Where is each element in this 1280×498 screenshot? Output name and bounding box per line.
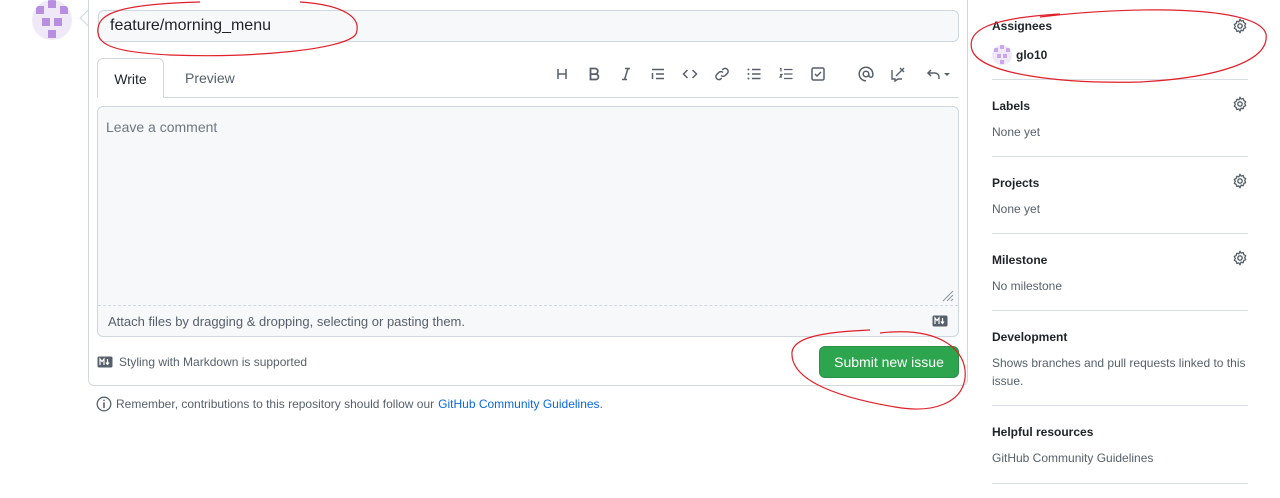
comment-textarea[interactable] bbox=[98, 107, 958, 305]
sidebar-helpful-resources: Helpful resources GitHub Community Guide… bbox=[992, 406, 1248, 484]
info-icon bbox=[96, 396, 112, 412]
guidelines-suffix: . bbox=[599, 397, 603, 411]
tabs-divider bbox=[97, 97, 959, 98]
assignees-heading[interactable]: Assignees bbox=[992, 19, 1052, 33]
gear-icon[interactable] bbox=[1232, 250, 1248, 266]
tab-write[interactable]: Write bbox=[97, 58, 164, 98]
reference-icon[interactable] bbox=[886, 64, 910, 84]
italic-icon[interactable] bbox=[614, 64, 638, 84]
sidebar-labels: Labels None yet bbox=[992, 80, 1248, 157]
guidelines-note: Remember, contributions to this reposito… bbox=[96, 396, 603, 412]
undo-icon[interactable] bbox=[922, 64, 956, 84]
heading-icon[interactable] bbox=[550, 64, 574, 84]
labels-heading[interactable]: Labels bbox=[992, 99, 1030, 113]
resize-grip-icon[interactable] bbox=[942, 290, 954, 302]
sidebar-projects: Projects None yet bbox=[992, 157, 1248, 234]
attach-files-bar[interactable]: Attach files by dragging & dropping, sel… bbox=[98, 305, 958, 336]
gear-icon[interactable] bbox=[1232, 18, 1248, 34]
sidebar-milestone: Milestone No milestone bbox=[992, 234, 1248, 311]
development-heading: Development bbox=[992, 330, 1068, 344]
comment-editor: Attach files by dragging & dropping, sel… bbox=[97, 106, 959, 337]
community-guidelines-link[interactable]: GitHub Community Guidelines bbox=[438, 397, 599, 411]
assignee-avatar bbox=[992, 45, 1012, 65]
submit-new-issue-button[interactable]: Submit new issue bbox=[819, 346, 959, 378]
sidebar-development: Development Shows branches and pull requ… bbox=[992, 311, 1248, 406]
markdown-icon bbox=[932, 315, 948, 327]
markdown-support-text: Styling with Markdown is supported bbox=[119, 355, 308, 369]
attach-files-text: Attach files by dragging & dropping, sel… bbox=[108, 314, 465, 329]
assignee-username: glo10 bbox=[1016, 48, 1048, 62]
sidebar-assignees: Assignees glo10 bbox=[992, 0, 1248, 80]
sidebar-guidelines-link[interactable]: GitHub Community Guidelines bbox=[992, 449, 1153, 467]
author-avatar[interactable] bbox=[32, 0, 72, 40]
task-list-icon[interactable] bbox=[806, 64, 830, 84]
issue-title-input[interactable] bbox=[98, 10, 959, 42]
markdown-icon bbox=[97, 356, 113, 368]
projects-heading[interactable]: Projects bbox=[992, 176, 1039, 190]
link-icon[interactable] bbox=[710, 64, 734, 84]
quote-icon[interactable] bbox=[646, 64, 670, 84]
gear-icon[interactable] bbox=[1232, 173, 1248, 189]
ordered-list-icon[interactable] bbox=[774, 64, 798, 84]
helpful-resources-heading: Helpful resources bbox=[992, 425, 1094, 439]
gear-icon[interactable] bbox=[1232, 96, 1248, 112]
development-value: Shows branches and pull requests linked … bbox=[992, 356, 1246, 388]
code-icon[interactable] bbox=[678, 64, 702, 84]
tab-preview[interactable]: Preview bbox=[185, 58, 245, 98]
bold-icon[interactable] bbox=[582, 64, 606, 84]
mention-icon[interactable] bbox=[854, 64, 878, 84]
labels-value: None yet bbox=[992, 125, 1041, 139]
assignee-item[interactable]: glo10 bbox=[992, 45, 1047, 65]
milestone-value: No milestone bbox=[992, 279, 1063, 293]
unordered-list-icon[interactable] bbox=[742, 64, 766, 84]
markdown-support-note[interactable]: Styling with Markdown is supported bbox=[97, 354, 307, 370]
guidelines-prefix: Remember, contributions to this reposito… bbox=[116, 397, 435, 411]
projects-value: None yet bbox=[992, 202, 1041, 216]
milestone-heading[interactable]: Milestone bbox=[992, 253, 1047, 267]
